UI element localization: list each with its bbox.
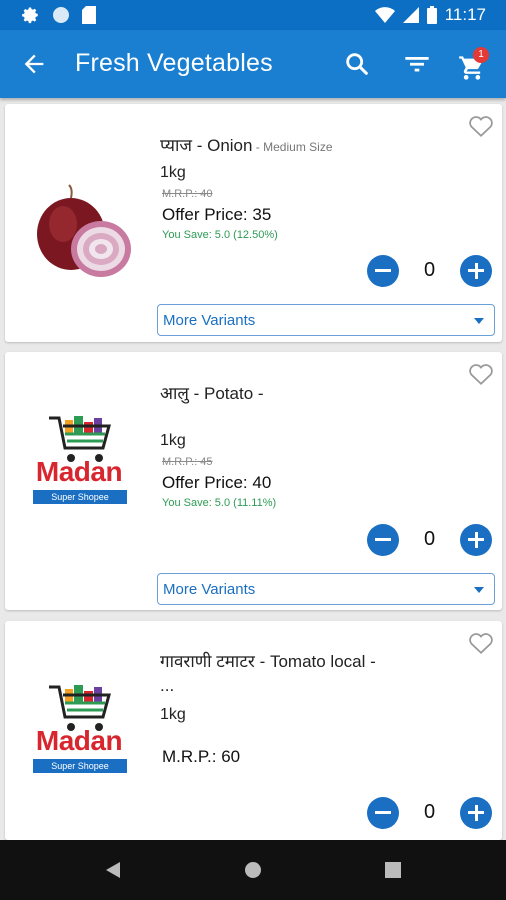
madan-logo: Madan Super Shopee [23,681,135,811]
logo-tagline: Super Shopee [33,759,127,773]
product-offer-price: Offer Price: 40 [162,473,272,492]
product-savings: You Save: 5.0 (11.11%) [162,497,277,509]
product-mrp: M.R.P.: 45 [162,456,213,468]
more-variants-dropdown[interactable]: More Variants [157,573,495,605]
product-size: - Medium Size [252,140,333,154]
logo-tagline: Super Shopee [33,490,127,504]
app-bar: Fresh Vegetables 1 [0,30,506,98]
nav-recents-icon[interactable] [384,861,402,879]
product-unit: 1kg [160,432,186,449]
quantity-stepper: 0 [367,797,492,829]
plus-icon-vertical [474,805,478,821]
nav-back-icon[interactable] [104,860,124,880]
status-bar: 11:17 [0,0,506,30]
heart-outline-icon[interactable] [468,362,494,386]
plus-button[interactable] [460,524,492,556]
madan-logo: Madan Super Shopee [23,412,135,542]
system-nav-bar [0,840,506,900]
signal-icon [402,7,419,23]
product-mrp: M.R.P.: 60 [162,747,241,766]
product-name-line1: गावराणी टमाटर - Tomato local - [160,652,376,671]
logo-wordmark: Madan [35,456,123,487]
logo-wordmark: Madan [35,725,123,756]
plus-button[interactable] [460,797,492,829]
product-unit: 1kg [160,164,186,181]
minus-icon [375,269,391,272]
more-variants-label: More Variants [163,312,256,329]
onion-image [37,184,131,277]
quantity-stepper: 0 [367,255,492,287]
product-mrp: M.R.P.: 40 [162,188,213,200]
more-variants-label: More Variants [163,581,256,598]
quantity-stepper: 0 [367,524,492,556]
heart-outline-icon[interactable] [468,114,494,138]
minus-button[interactable] [367,797,399,829]
product-savings: You Save: 5.0 (12.50%) [162,229,278,241]
product-card[interactable]: Madan Super Shopee आलु - Potato - 1kg M.… [5,352,502,610]
wifi-icon [374,7,395,23]
search-icon[interactable] [343,50,371,78]
more-variants-dropdown[interactable]: More Variants [157,304,495,336]
minus-button[interactable] [367,524,399,556]
page-title: Fresh Vegetables [75,49,273,77]
caret-down-icon [474,587,484,593]
sd-card-icon [82,6,96,24]
cart-button[interactable]: 1 [458,46,492,80]
filter-icon[interactable] [402,50,432,78]
quantity-value: 0 [423,528,436,550]
caret-down-icon [474,318,484,324]
product-name: आलु - Potato - [160,384,264,403]
product-name-line2: ... [160,676,175,695]
battery-icon [426,6,437,24]
minus-icon [375,538,391,541]
plus-icon-vertical [474,263,478,279]
product-offer-price: Offer Price: 35 [162,205,272,224]
plus-icon-vertical [474,532,478,548]
status-right: 11:17 [374,5,486,25]
minus-icon [375,811,391,814]
product-name: प्याज - Onion - Medium Size [160,134,450,159]
product-name-text: प्याज - Onion [160,136,253,155]
product-unit: 1kg [160,706,186,723]
minus-button[interactable] [367,255,399,287]
status-time: 11:17 [444,5,486,24]
arrow-left-icon[interactable] [20,50,48,78]
quantity-value: 0 [423,801,436,823]
status-left-icons [22,6,96,24]
heart-outline-icon[interactable] [468,631,494,655]
plus-button[interactable] [460,255,492,287]
product-card[interactable]: Madan Super Shopee गावराणी टमाटर - Tomat… [5,621,502,840]
nav-home-icon[interactable] [243,860,263,880]
product-card[interactable]: प्याज - Onion - Medium Size 1kg M.R.P.: … [5,104,502,342]
product-name: गावराणी टमाटर - Tomato local - ... [160,650,450,698]
settings-icon [22,7,38,24]
quantity-value: 0 [423,259,436,281]
circle-icon [53,7,69,23]
cart-count-badge: 1 [473,47,489,63]
